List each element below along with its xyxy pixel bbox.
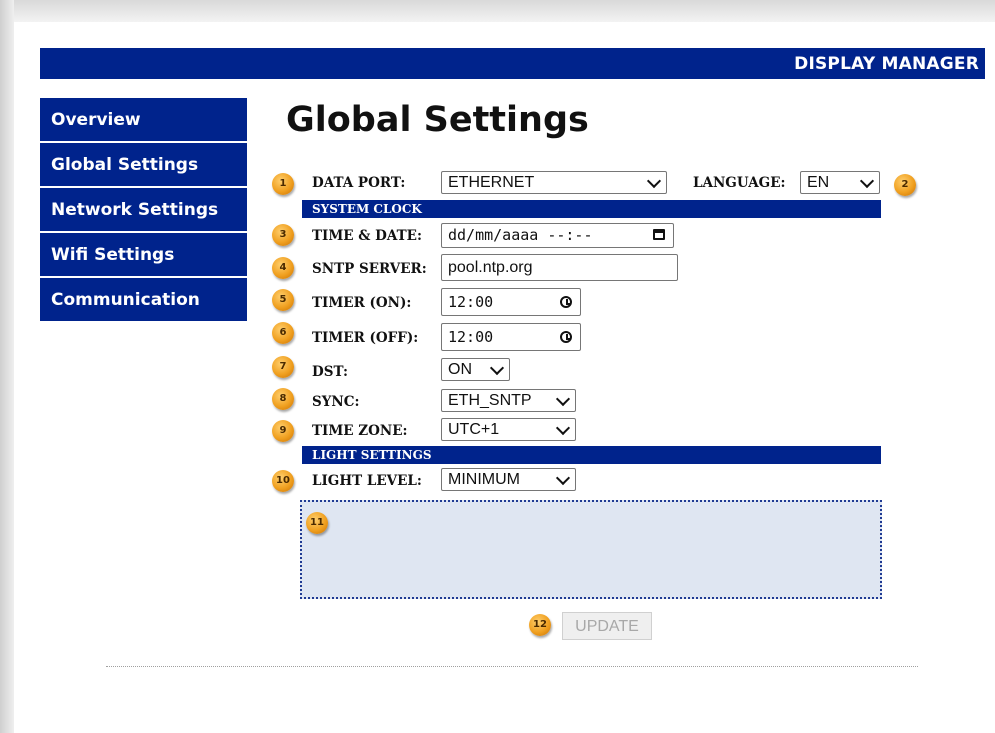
window-shadow-left [0, 0, 14, 733]
sync-label: SYNC: [312, 394, 360, 410]
dst-value: ON [448, 361, 472, 378]
chevron-down-icon [646, 173, 662, 189]
timer-on-input[interactable]: 12:00 [441, 288, 581, 316]
timer-on-label: TIMER (ON): [312, 295, 412, 311]
language-select[interactable]: EN [800, 171, 880, 194]
timer-on-value: 12:00 [448, 293, 494, 311]
callout-badge-4: 4 [272, 257, 294, 279]
system-clock-header: SYSTEM CLOCK [302, 200, 881, 218]
callout-badge-5: 5 [272, 289, 294, 311]
time-zone-select[interactable]: UTC+1 [441, 418, 576, 441]
message-area [300, 500, 882, 599]
timer-off-input[interactable]: 12:00 [441, 323, 581, 351]
sidebar-item-communication[interactable]: Communication [40, 278, 247, 323]
sidebar: Overview Global Settings Network Setting… [40, 98, 247, 323]
light-level-select[interactable]: MINIMUM [441, 468, 576, 491]
sidebar-item-global-settings[interactable]: Global Settings [40, 143, 247, 188]
page-title: Global Settings [286, 100, 589, 140]
sync-select[interactable]: ETH_SNTP [441, 389, 576, 412]
timer-off-value: 12:00 [448, 328, 494, 346]
callout-badge-8: 8 [272, 388, 294, 410]
divider [106, 666, 918, 667]
clock-icon[interactable] [560, 296, 572, 308]
light-level-value: MINIMUM [448, 471, 520, 488]
chevron-down-icon [859, 173, 875, 189]
language-label: LANGUAGE: [693, 175, 786, 191]
top-bar: DISPLAY MANAGER [40, 48, 985, 79]
sntp-server-label: SNTP SERVER: [312, 261, 427, 277]
sntp-server-input[interactable]: pool.ntp.org [441, 254, 678, 281]
light-level-label: LIGHT LEVEL: [312, 473, 422, 489]
light-settings-header: LIGHT SETTINGS [302, 446, 881, 464]
data-port-value: ETHERNET [448, 174, 535, 191]
app-title: DISPLAY MANAGER [794, 54, 979, 74]
time-date-input[interactable]: dd/mm/aaaa --:-- [441, 223, 674, 248]
dst-select[interactable]: ON [441, 358, 510, 381]
language-value: EN [807, 174, 830, 191]
callout-badge-7: 7 [272, 356, 294, 378]
time-zone-label: TIME ZONE: [312, 423, 408, 439]
sidebar-item-overview[interactable]: Overview [40, 98, 247, 143]
callout-badge-12: 12 [529, 614, 551, 636]
chevron-down-icon [555, 470, 571, 486]
sidebar-item-wifi-settings[interactable]: Wifi Settings [40, 233, 247, 278]
callout-badge-10: 10 [272, 470, 294, 492]
callout-badge-9: 9 [272, 420, 294, 442]
clock-icon[interactable] [560, 331, 572, 343]
callout-badge-3: 3 [272, 224, 294, 246]
calendar-icon[interactable] [653, 229, 665, 240]
dst-label: DST: [312, 364, 349, 380]
data-port-label: DATA PORT: [312, 175, 406, 191]
window-shadow-top [0, 0, 995, 22]
data-port-select[interactable]: ETHERNET [441, 171, 667, 194]
chevron-down-icon [555, 420, 571, 436]
time-zone-value: UTC+1 [448, 421, 500, 438]
sntp-server-value: pool.ntp.org [448, 259, 533, 276]
callout-badge-11: 11 [306, 512, 328, 534]
callout-badge-6: 6 [272, 322, 294, 344]
chevron-down-icon [555, 391, 571, 407]
callout-badge-2: 2 [894, 174, 916, 196]
sidebar-item-network-settings[interactable]: Network Settings [40, 188, 247, 233]
chevron-down-icon [489, 360, 505, 376]
callout-badge-1: 1 [272, 173, 294, 195]
timer-off-label: TIMER (OFF): [312, 330, 419, 346]
time-date-label: TIME & DATE: [312, 228, 422, 244]
update-button[interactable]: UPDATE [562, 612, 652, 640]
time-date-value: dd/mm/aaaa --:-- [448, 226, 593, 244]
sync-value: ETH_SNTP [448, 392, 532, 409]
